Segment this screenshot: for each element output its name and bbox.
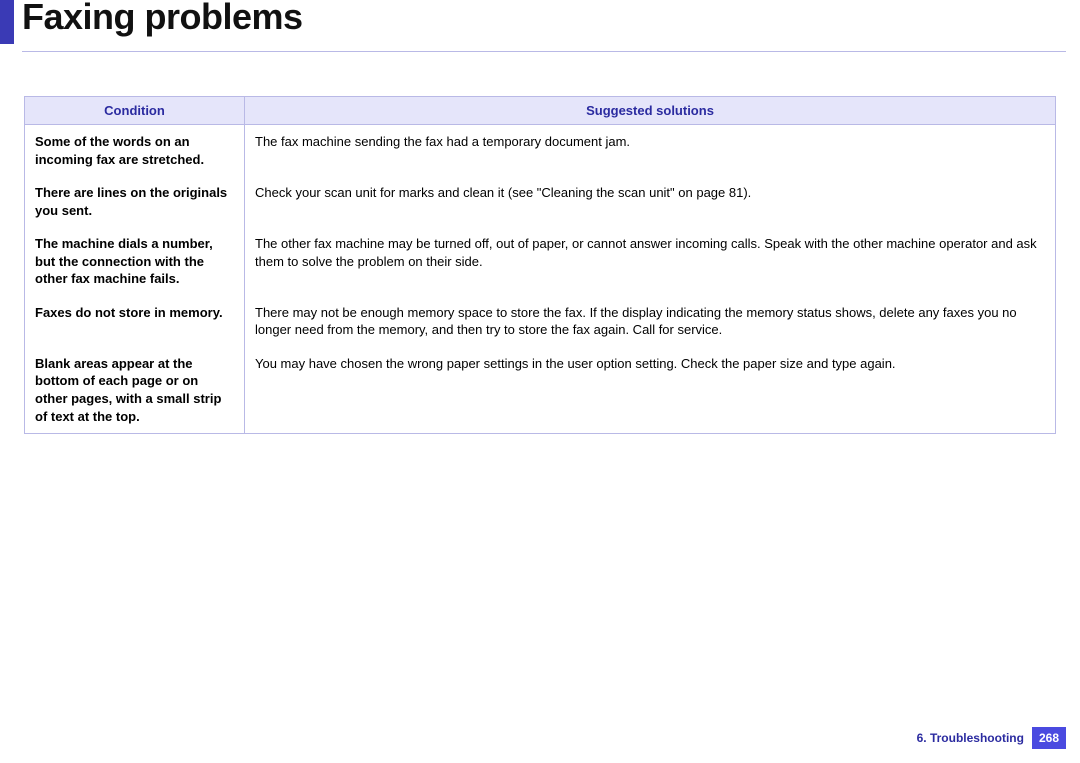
col-header-solutions: Suggested solutions [245,97,1056,125]
cell-condition: Some of the words on an incoming fax are… [25,125,245,177]
table-row: Some of the words on an incoming fax are… [25,125,1056,177]
col-header-condition: Condition [25,97,245,125]
cell-condition: Faxes do not store in memory. [25,296,245,347]
table-row: Faxes do not store in memory. There may … [25,296,1056,347]
accent-bar [0,0,14,44]
cell-condition: Blank areas appear at the bottom of each… [25,347,245,434]
chapter-label: 6. Troubleshooting [917,731,1024,745]
table-row: Blank areas appear at the bottom of each… [25,347,1056,434]
table-row: There are lines on the originals you sen… [25,176,1056,227]
troubleshooting-table: Condition Suggested solutions Some of th… [24,96,1056,434]
page-footer: 6. Troubleshooting 268 [917,727,1066,749]
header-rule [22,51,1066,52]
cell-solution: The fax machine sending the fax had a te… [245,125,1056,177]
cell-solution: You may have chosen the wrong paper sett… [245,347,1056,434]
cell-condition: There are lines on the originals you sen… [25,176,245,227]
page-header: Faxing problems [0,0,1080,58]
page-title: Faxing problems [22,0,303,38]
cell-condition: The machine dials a number, but the conn… [25,227,245,296]
cell-solution: The other fax machine may be turned off,… [245,227,1056,296]
content-area: Condition Suggested solutions Some of th… [0,58,1080,434]
cell-solution: There may not be enough memory space to … [245,296,1056,347]
table-row: The machine dials a number, but the conn… [25,227,1056,296]
page-number: 268 [1032,727,1066,749]
cell-solution: Check your scan unit for marks and clean… [245,176,1056,227]
